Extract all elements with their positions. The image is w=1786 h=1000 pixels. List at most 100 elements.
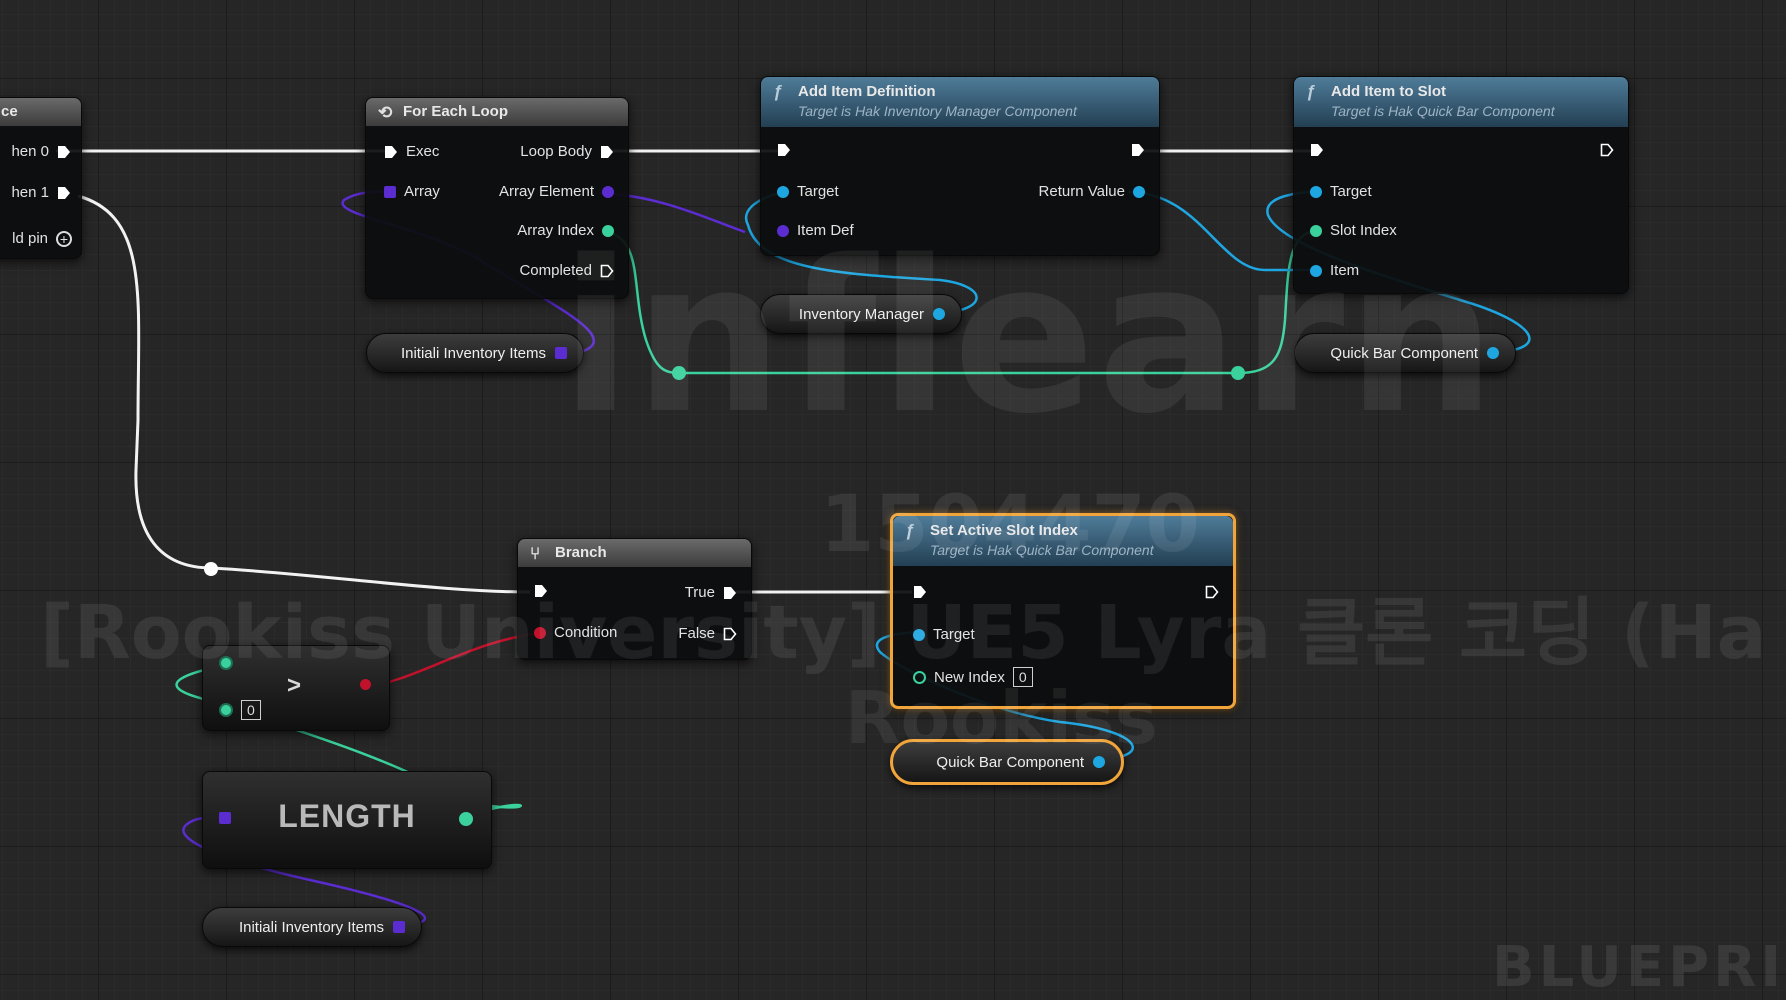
array-index-pin[interactable]: Array Index	[517, 222, 614, 239]
exec-input-pin[interactable]	[534, 584, 548, 598]
length-label: LENGTH	[278, 798, 416, 834]
true-pin[interactable]: True	[685, 584, 737, 601]
for-each-loop-node[interactable]: ⟲ For Each Loop Exec Array Loop Body Arr…	[365, 97, 629, 299]
completed-pin[interactable]: Completed	[519, 262, 614, 279]
item-def-pin[interactable]: Item Def	[777, 222, 854, 239]
variable-label: Inventory Manager	[798, 305, 924, 323]
length-output-pin[interactable]	[459, 812, 473, 826]
exec-pin-icon[interactable]	[777, 143, 791, 157]
exec-pin-outline-icon[interactable]	[1205, 585, 1219, 599]
add-circle-icon[interactable]: +	[56, 230, 72, 247]
target-pin[interactable]: Target	[1310, 183, 1372, 200]
exec-output-pin[interactable]	[1131, 143, 1145, 157]
integer-pin-icon[interactable]	[459, 812, 473, 826]
then-0-pin[interactable]: hen 0	[11, 143, 71, 160]
initial-inventory-items-getter-bottom[interactable]: Initiali Inventory Items	[202, 907, 422, 947]
exec-pin-icon[interactable]	[1310, 143, 1324, 157]
exec-pin-icon[interactable]	[57, 186, 71, 200]
exec-pin-icon[interactable]	[1131, 143, 1145, 157]
exec-pin-icon[interactable]	[534, 584, 548, 598]
sequence-header: ce	[0, 98, 81, 126]
function-icon: ƒ	[1306, 82, 1316, 101]
new-index-value-input[interactable]: 0	[1012, 667, 1033, 687]
item-pin[interactable]: Item	[1310, 262, 1359, 279]
length-node[interactable]: LENGTH	[202, 771, 492, 869]
object-pin-icon[interactable]	[1310, 264, 1322, 277]
array-pin-icon[interactable]	[555, 347, 567, 359]
object-pin-icon[interactable]	[913, 628, 925, 641]
integer-pin-icon[interactable]	[219, 656, 233, 670]
inventory-manager-getter[interactable]: Inventory Manager	[760, 294, 962, 334]
slot-index-pin[interactable]: Slot Index	[1310, 222, 1397, 239]
object-pin-icon[interactable]	[777, 185, 789, 198]
new-index-pin[interactable]: New Index 0	[913, 667, 1033, 687]
b-value-input[interactable]: 0	[241, 700, 261, 720]
quick-bar-component-getter-selected[interactable]: Quick Bar Component	[890, 739, 1124, 785]
set-active-slot-index-node[interactable]: ƒ Set Active Slot Index Target is Hak Qu…	[890, 513, 1236, 709]
branch-node[interactable]: ⑂ Branch Condition True False	[517, 538, 752, 660]
add-item-to-slot-node[interactable]: ƒ Add Item to Slot Target is Hak Quick B…	[1293, 76, 1629, 294]
item-def-label: Item Def	[797, 222, 854, 239]
array-input-pin[interactable]: Array	[384, 183, 440, 200]
exec-input-pin[interactable]	[913, 585, 927, 599]
new-index-label: New Index	[934, 668, 1005, 686]
exec-pin-icon[interactable]	[57, 145, 71, 159]
sequence-node[interactable]: ce hen 0 hen 1 + ld pin	[0, 97, 82, 259]
b-input-pin[interactable]: 0	[219, 700, 261, 720]
object-pin-icon[interactable]	[1093, 756, 1105, 768]
target-pin[interactable]: Target	[913, 626, 975, 643]
true-label: True	[684, 584, 715, 601]
exec-pin-outline-icon[interactable]	[723, 627, 737, 641]
integer-pin-icon[interactable]	[602, 224, 614, 237]
array-element-pin[interactable]: Array Element	[499, 183, 614, 200]
add-item-definition-header: ƒ Add Item Definition Target is Hak Inve…	[761, 77, 1159, 127]
condition-pin[interactable]: Condition	[534, 624, 617, 641]
add-pin-button[interactable]: + ld pin	[12, 230, 72, 247]
return-value-label: Return Value	[1038, 183, 1125, 200]
result-pin[interactable]	[360, 679, 371, 690]
target-pin[interactable]: Target	[777, 183, 839, 200]
return-value-pin[interactable]: Return Value	[1039, 183, 1145, 200]
exec-pin-outline-icon[interactable]	[1600, 143, 1614, 157]
exec-pin-outline-icon[interactable]	[600, 264, 614, 278]
a-input-pin[interactable]	[219, 656, 233, 670]
object-pin-icon[interactable]	[1133, 185, 1145, 198]
array-label: Array	[404, 183, 440, 200]
boolean-pin-icon[interactable]	[534, 626, 546, 639]
exec-output-pin[interactable]	[1600, 143, 1614, 157]
exec-pin-icon[interactable]	[384, 145, 398, 159]
exec-pin-icon[interactable]	[723, 586, 737, 600]
exec-input-pin[interactable]: Exec	[384, 143, 439, 160]
object-pin-icon[interactable]	[602, 185, 614, 198]
boolean-pin-icon[interactable]	[360, 679, 371, 690]
class-pin-icon[interactable]	[777, 224, 789, 237]
add-pin-label: ld pin	[12, 230, 48, 247]
loop-body-pin[interactable]: Loop Body	[520, 143, 614, 160]
integer-pin-icon[interactable]	[219, 703, 233, 717]
exec-pin-icon[interactable]	[600, 145, 614, 159]
initial-inventory-items-getter[interactable]: Initiali Inventory Items	[366, 333, 584, 373]
int-reroute-knot[interactable]	[672, 366, 686, 380]
object-pin-icon[interactable]	[1487, 347, 1499, 359]
exec-pin-icon[interactable]	[913, 585, 927, 599]
object-pin-icon[interactable]	[933, 308, 945, 320]
target-label: Target	[933, 626, 975, 643]
integer-pin-icon[interactable]	[1310, 224, 1322, 237]
false-label: False	[678, 625, 715, 642]
exec-reroute-knot[interactable]	[204, 562, 218, 576]
variable-label: Initiali Inventory Items	[400, 344, 546, 362]
exec-input-pin[interactable]	[777, 143, 791, 157]
greater-than-node[interactable]: 0 >	[202, 645, 390, 731]
array-grid-icon[interactable]	[384, 185, 396, 198]
quick-bar-component-getter[interactable]: Quick Bar Component	[1294, 333, 1516, 373]
exec-input-pin[interactable]	[1310, 143, 1324, 157]
array-pin-icon[interactable]	[393, 921, 405, 933]
then-1-pin[interactable]: hen 1	[11, 184, 71, 201]
exec-output-pin[interactable]	[1205, 585, 1219, 599]
false-pin[interactable]: False	[678, 625, 737, 642]
integer-pin-unconnected-icon[interactable]	[913, 670, 926, 684]
target-label: Target	[797, 183, 839, 200]
add-item-definition-node[interactable]: ƒ Add Item Definition Target is Hak Inve…	[760, 76, 1160, 256]
object-pin-icon[interactable]	[1310, 185, 1322, 198]
int-reroute-knot[interactable]	[1231, 366, 1245, 380]
